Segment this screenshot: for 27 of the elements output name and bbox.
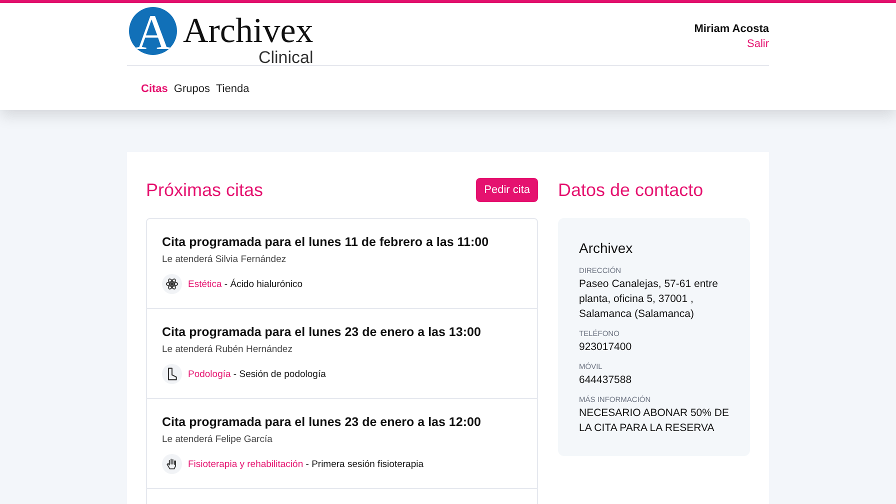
- section-title: Datos de contacto: [558, 179, 704, 202]
- staff-text: Le atenderá Felipe García: [162, 434, 274, 445]
- user-name: Miriam Acosta: [694, 23, 769, 35]
- foot-icon: [162, 364, 182, 384]
- nav-tab[interactable]: Grupos: [174, 83, 210, 95]
- nav-tab[interactable]: Tienda: [216, 83, 250, 95]
- appointment-title: Cita programada para el lunes 11 de febrero a las 11:00: [162, 235, 490, 249]
- field-value: Paseo Canalejas, 57-61 entre planta, oficina 5, 37001 , Salamanca (Salamanca): [579, 277, 719, 322]
- service-text: Podología - Sesión de podología: [188, 368, 326, 380]
- section-title: Próximas citas: [146, 179, 264, 202]
- staff-text: Le atenderá Rubén Hernández: [162, 344, 294, 355]
- hand-icon: [162, 454, 182, 474]
- logo-mark-icon: A: [129, 7, 177, 55]
- appointment-title: Cita programada para el lunes 23 de enero a las 13:00: [162, 325, 482, 339]
- service-text: Fisioterapia y rehabilitación - Primera sesión fisioterapia: [188, 458, 424, 470]
- logo-subtitle: Clinical: [258, 49, 314, 67]
- logo-text: Archivex: [183, 13, 314, 49]
- appointment-title: Cita programada para el lunes 23 de enero a las 12:00: [162, 415, 482, 429]
- staff-text: Le atenderá Silvia Fernández: [162, 254, 288, 265]
- field-value: 644437588: [579, 373, 633, 388]
- field-value: 923017400: [579, 340, 633, 355]
- logout-link[interactable]: Salir: [746, 38, 769, 50]
- company-name: Archivex: [579, 240, 634, 256]
- field-value: NECESARIO ABONAR 50% DE LA CITA PARA LA RESERVA: [579, 406, 729, 436]
- request-appointment-button[interactable]: Pedir cita: [476, 178, 538, 202]
- nav-tab[interactable]: Citas: [141, 83, 168, 95]
- service-text: Estética - Ácido hialurónico: [188, 278, 303, 290]
